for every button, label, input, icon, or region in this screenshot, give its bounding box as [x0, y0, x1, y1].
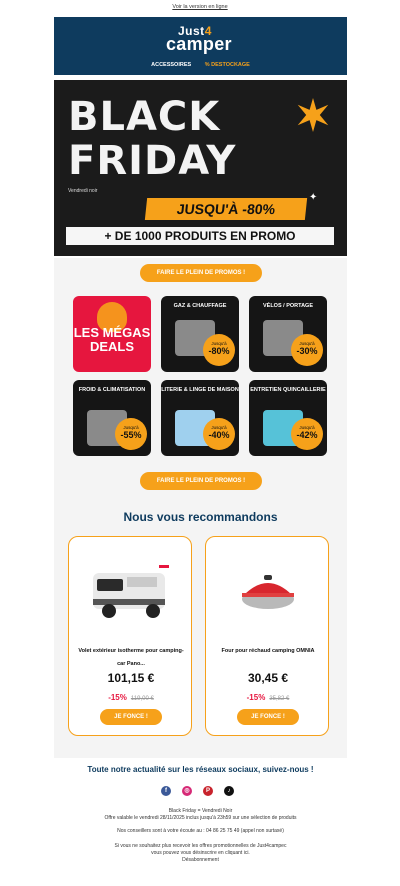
category-velos-portage[interactable]: VÉLOS / PORTAGE Jusqu'à -30%: [249, 296, 327, 372]
product-discount: -15% 35,82 €: [246, 693, 290, 702]
camper-van-image: [93, 565, 169, 618]
hero-title-black: BLACK: [68, 94, 221, 140]
tiktok-icon[interactable]: ♪: [224, 786, 234, 796]
product-name[interactable]: Four pour réchaud camping OMNIA: [212, 645, 324, 658]
unsubscribe-link[interactable]: Désabonnement: [54, 857, 347, 864]
hero-subtitle: Vendredi noir: [68, 188, 98, 194]
category-label: LES MÉGAS DEALS: [73, 325, 151, 354]
category-label: ENTRETIEN QUINCAILLERIE: [250, 387, 326, 393]
header: Just4 camper ACCESSOIRES % DESTOCKAGE: [54, 17, 347, 75]
category-label: VÉLOS / PORTAGE: [262, 303, 313, 309]
product-card-four[interactable]: Four pour réchaud camping OMNIA 30,45 € …: [205, 536, 329, 736]
product-price: 30,45 €: [247, 671, 289, 685]
pinterest-icon[interactable]: P: [203, 786, 213, 796]
footer-line-5[interactable]: vous pouvez vous désinscrire en cliquant…: [54, 850, 347, 857]
black-friday-banner[interactable]: BLACK FRIDAY Vendredi noir JUSQU'À -80% …: [54, 80, 347, 256]
footer-line-1: Black Friday = Vendredi Noir: [168, 808, 233, 814]
facebook-icon[interactable]: f: [161, 786, 171, 796]
nav-bar: ACCESSOIRES % DESTOCKAGE: [54, 62, 347, 68]
product-name[interactable]: Volet extérieur isotherme pour camping-c…: [75, 645, 187, 671]
instagram-icon[interactable]: ◎: [182, 786, 192, 796]
product-discount: -15% 119,00 €: [108, 693, 154, 702]
category-entretien-quincaillerie[interactable]: ENTRETIEN QUINCAILLERIE Jusqu'à -42%: [249, 380, 327, 456]
product-buy-button[interactable]: JE FONCE !: [237, 709, 299, 725]
category-label: GAZ & CHAUFFAGE: [173, 303, 227, 309]
category-froid-climatisation[interactable]: FROID & CLIMATISATION Jusqu'à -55%: [73, 380, 151, 456]
category-literie-linge[interactable]: LITERIE & LINGE DE MAISON Jusqu'à -40%: [161, 380, 239, 456]
nav-destockage[interactable]: % DESTOCKAGE: [205, 62, 250, 68]
sparkle-icon: ✦: [309, 192, 318, 203]
nav-accessoires[interactable]: ACCESSOIRES: [151, 62, 191, 68]
email-page: Voir la version en ligne Just4 camper AC…: [0, 0, 400, 886]
logo-line-2: camper: [166, 34, 232, 54]
omnia-oven-image: [242, 575, 294, 609]
starburst-icon: [297, 98, 329, 132]
discount-badge: Jusqu'à -80%: [203, 334, 235, 366]
discount-badge: Jusqu'à -30%: [291, 334, 323, 366]
product-card-volet[interactable]: Volet extérieur isotherme pour camping-c…: [68, 536, 192, 736]
hero-title-friday: FRIDAY: [68, 138, 237, 184]
recommend-title: Nous vous recommandons: [123, 510, 278, 524]
discount-badge: Jusqu'à -55%: [115, 418, 147, 450]
footer-line-4: Si vous ne souhaitez plus recevoir les o…: [114, 843, 287, 849]
hero-discount-tag: JUSQU'À -80%: [144, 198, 308, 220]
product-price: 101,15 €: [107, 671, 155, 685]
product-buy-button[interactable]: JE FONCE !: [100, 709, 162, 725]
category-mega-deals[interactable]: LES MÉGAS DEALS: [73, 296, 151, 372]
discount-badge: Jusqu'à -40%: [203, 418, 235, 450]
social-title: Toute notre actualité sur les réseaux so…: [87, 765, 314, 774]
footer-line-2: Offre valable le vendredi 28/11/2025 inc…: [104, 815, 297, 821]
discount-badge: Jusqu'à -42%: [291, 418, 323, 450]
footer-line-3: Nos conseillers sont à votre écoute au :…: [117, 828, 284, 834]
category-label: FROID & CLIMATISATION: [78, 387, 146, 393]
promo-cta-button-bottom[interactable]: FAIRE LE PLEIN DE PROMOS !: [140, 472, 262, 490]
promo-section: FAIRE LE PLEIN DE PROMOS ! LES MÉGAS DEA…: [54, 258, 347, 758]
category-gaz-chauffage[interactable]: GAZ & CHAUFFAGE Jusqu'à -80%: [161, 296, 239, 372]
hero-promo-band: + DE 1000 PRODUITS EN PROMO: [66, 227, 334, 245]
category-label: LITERIE & LINGE DE MAISON: [161, 387, 239, 393]
view-online-link[interactable]: Voir la version en ligne: [0, 4, 400, 10]
brand-logo[interactable]: Just4 camper: [166, 24, 256, 54]
promo-cta-button-top[interactable]: FAIRE LE PLEIN DE PROMOS !: [140, 264, 262, 282]
